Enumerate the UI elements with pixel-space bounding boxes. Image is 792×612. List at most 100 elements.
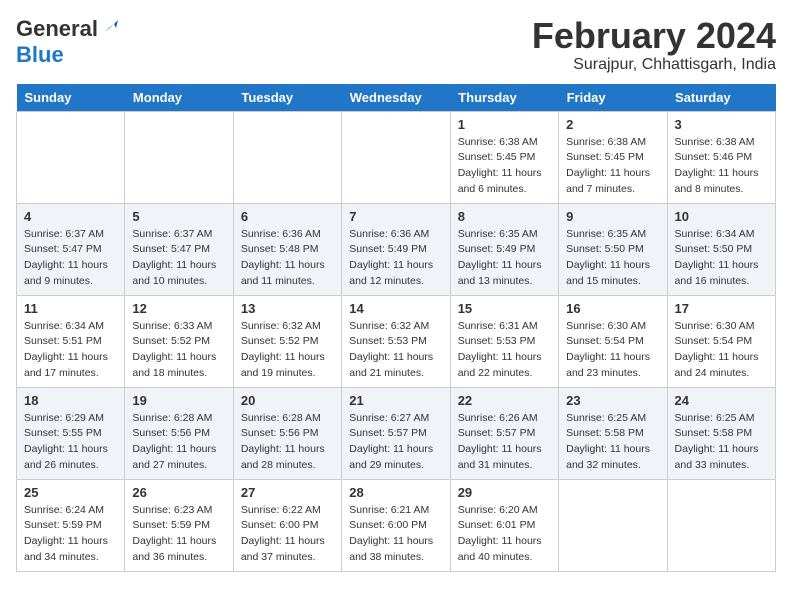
day-info: Sunrise: 6:32 AM Sunset: 5:52 PM Dayligh… [241, 319, 334, 382]
day-info: Sunrise: 6:28 AM Sunset: 5:56 PM Dayligh… [132, 411, 225, 474]
calendar-cell: 28 Sunrise: 6:21 AM Sunset: 6:00 PM Dayli… [342, 479, 450, 571]
day-info: Sunrise: 6:26 AM Sunset: 5:57 PM Dayligh… [458, 411, 551, 474]
day-number: 26 [132, 485, 225, 500]
day-number: 6 [241, 209, 334, 224]
calendar-cell: 25 Sunrise: 6:24 AM Sunset: 5:59 PM Dayli… [17, 479, 125, 571]
day-info: Sunrise: 6:34 AM Sunset: 5:50 PM Dayligh… [675, 227, 768, 290]
calendar-cell: 26Sunrise: 6:23 AM Sunset: 5:59 PM Dayli… [125, 479, 233, 571]
day-info: Sunrise: 6:21 AM Sunset: 6:00 PM Dayligh… [349, 503, 442, 566]
header-sunday: Sunday [17, 84, 125, 112]
calendar-cell: 17Sunrise: 6:30 AM Sunset: 5:54 PM Dayli… [667, 295, 775, 387]
day-number: 13 [241, 301, 334, 316]
day-info: Sunrise: 6:32 AM Sunset: 5:53 PM Dayligh… [349, 319, 442, 382]
calendar-cell [233, 111, 341, 203]
day-info: Sunrise: 6:27 AM Sunset: 5:57 PM Dayligh… [349, 411, 442, 474]
calendar-cell: 15 Sunrise: 6:31 AM Sunset: 5:53 PM Dayli… [450, 295, 558, 387]
day-number: 15 [458, 301, 551, 316]
calendar-cell: 22Sunrise: 6:26 AM Sunset: 5:57 PM Dayli… [450, 387, 558, 479]
day-number: 9 [566, 209, 659, 224]
day-number: 19 [132, 393, 225, 408]
day-number: 24 [675, 393, 768, 408]
calendar-cell: 27Sunrise: 6:22 AM Sunset: 6:00 PM Dayli… [233, 479, 341, 571]
header-friday: Friday [559, 84, 667, 112]
day-number: 20 [241, 393, 334, 408]
day-info: Sunrise: 6:38 AM Sunset: 5:46 PM Dayligh… [675, 135, 768, 198]
day-info: Sunrise: 6:30 AM Sunset: 5:54 PM Dayligh… [675, 319, 768, 382]
day-number: 8 [458, 209, 551, 224]
calendar-cell: 13 Sunrise: 6:32 AM Sunset: 5:52 PM Dayli… [233, 295, 341, 387]
calendar-cell: 3 Sunrise: 6:38 AM Sunset: 5:46 PM Daylig… [667, 111, 775, 203]
calendar-cell [342, 111, 450, 203]
day-number: 1 [458, 117, 551, 132]
calendar-cell [125, 111, 233, 203]
calendar-cell: 5 Sunrise: 6:37 AM Sunset: 5:47 PM Daylig… [125, 203, 233, 295]
day-number: 23 [566, 393, 659, 408]
calendar-week-1: 1 Sunrise: 6:38 AM Sunset: 5:45 PM Daylig… [17, 111, 776, 203]
day-info: Sunrise: 6:31 AM Sunset: 5:53 PM Dayligh… [458, 319, 551, 382]
calendar-cell: 24 Sunrise: 6:25 AM Sunset: 5:58 PM Dayli… [667, 387, 775, 479]
day-number: 11 [24, 301, 117, 316]
day-number: 25 [24, 485, 117, 500]
logo-general: General [16, 16, 98, 42]
calendar-cell: 1 Sunrise: 6:38 AM Sunset: 5:45 PM Daylig… [450, 111, 558, 203]
day-number: 7 [349, 209, 442, 224]
calendar-week-2: 4 Sunrise: 6:37 AM Sunset: 5:47 PM Daylig… [17, 203, 776, 295]
calendar-cell: 9 Sunrise: 6:35 AM Sunset: 5:50 PM Daylig… [559, 203, 667, 295]
calendar-table: Sunday Monday Tuesday Wednesday Thursday… [16, 84, 776, 572]
day-info: Sunrise: 6:37 AM Sunset: 5:47 PM Dayligh… [24, 227, 117, 290]
day-number: 16 [566, 301, 659, 316]
day-info: Sunrise: 6:28 AM Sunset: 5:56 PM Dayligh… [241, 411, 334, 474]
calendar-cell: 7 Sunrise: 6:36 AM Sunset: 5:49 PM Daylig… [342, 203, 450, 295]
calendar-week-5: 25 Sunrise: 6:24 AM Sunset: 5:59 PM Dayli… [17, 479, 776, 571]
logo: General Blue [16, 16, 118, 68]
calendar-week-4: 18 Sunrise: 6:29 AM Sunset: 5:55 PM Dayli… [17, 387, 776, 479]
logo-blue: Blue [16, 42, 64, 67]
calendar-cell: 16 Sunrise: 6:30 AM Sunset: 5:54 PM Dayli… [559, 295, 667, 387]
day-info: Sunrise: 6:38 AM Sunset: 5:45 PM Dayligh… [458, 135, 551, 198]
day-number: 4 [24, 209, 117, 224]
calendar-cell: 21 Sunrise: 6:27 AM Sunset: 5:57 PM Dayli… [342, 387, 450, 479]
calendar-cell: 10 Sunrise: 6:34 AM Sunset: 5:50 PM Dayli… [667, 203, 775, 295]
day-number: 29 [458, 485, 551, 500]
day-info: Sunrise: 6:25 AM Sunset: 5:58 PM Dayligh… [675, 411, 768, 474]
day-info: Sunrise: 6:38 AM Sunset: 5:45 PM Dayligh… [566, 135, 659, 198]
day-number: 2 [566, 117, 659, 132]
calendar-cell: 29Sunrise: 6:20 AM Sunset: 6:01 PM Dayli… [450, 479, 558, 571]
calendar-cell: 4 Sunrise: 6:37 AM Sunset: 5:47 PM Daylig… [17, 203, 125, 295]
day-info: Sunrise: 6:35 AM Sunset: 5:50 PM Dayligh… [566, 227, 659, 290]
day-number: 21 [349, 393, 442, 408]
day-number: 18 [24, 393, 117, 408]
calendar-cell: 2 Sunrise: 6:38 AM Sunset: 5:45 PM Daylig… [559, 111, 667, 203]
day-info: Sunrise: 6:25 AM Sunset: 5:58 PM Dayligh… [566, 411, 659, 474]
calendar-cell: 6Sunrise: 6:36 AM Sunset: 5:48 PM Daylig… [233, 203, 341, 295]
weekday-header-row: Sunday Monday Tuesday Wednesday Thursday… [17, 84, 776, 112]
day-number: 5 [132, 209, 225, 224]
header-wednesday: Wednesday [342, 84, 450, 112]
day-info: Sunrise: 6:22 AM Sunset: 6:00 PM Dayligh… [241, 503, 334, 566]
header-saturday: Saturday [667, 84, 775, 112]
day-info: Sunrise: 6:29 AM Sunset: 5:55 PM Dayligh… [24, 411, 117, 474]
month-year: February 2024 [532, 16, 776, 56]
day-number: 14 [349, 301, 442, 316]
calendar-cell: 20 Sunrise: 6:28 AM Sunset: 5:56 PM Dayli… [233, 387, 341, 479]
day-info: Sunrise: 6:30 AM Sunset: 5:54 PM Dayligh… [566, 319, 659, 382]
day-info: Sunrise: 6:24 AM Sunset: 5:59 PM Dayligh… [24, 503, 117, 566]
calendar-cell [667, 479, 775, 571]
day-info: Sunrise: 6:35 AM Sunset: 5:49 PM Dayligh… [458, 227, 551, 290]
day-info: Sunrise: 6:33 AM Sunset: 5:52 PM Dayligh… [132, 319, 225, 382]
day-number: 28 [349, 485, 442, 500]
day-number: 3 [675, 117, 768, 132]
calendar-cell: 14 Sunrise: 6:32 AM Sunset: 5:53 PM Dayli… [342, 295, 450, 387]
page-wrapper: General Blue February 2024 Surajpur, Chh… [16, 16, 776, 572]
calendar-cell: 11 Sunrise: 6:34 AM Sunset: 5:51 PM Dayli… [17, 295, 125, 387]
calendar-cell [559, 479, 667, 571]
day-number: 12 [132, 301, 225, 316]
calendar-cell: 8 Sunrise: 6:35 AM Sunset: 5:49 PM Daylig… [450, 203, 558, 295]
day-number: 10 [675, 209, 768, 224]
day-info: Sunrise: 6:34 AM Sunset: 5:51 PM Dayligh… [24, 319, 117, 382]
calendar-cell [17, 111, 125, 203]
calendar-cell: 23 Sunrise: 6:25 AM Sunset: 5:58 PM Dayli… [559, 387, 667, 479]
title-block: February 2024 Surajpur, Chhattisgarh, In… [532, 16, 776, 74]
day-info: Sunrise: 6:37 AM Sunset: 5:47 PM Dayligh… [132, 227, 225, 290]
day-info: Sunrise: 6:36 AM Sunset: 5:49 PM Dayligh… [349, 227, 442, 290]
